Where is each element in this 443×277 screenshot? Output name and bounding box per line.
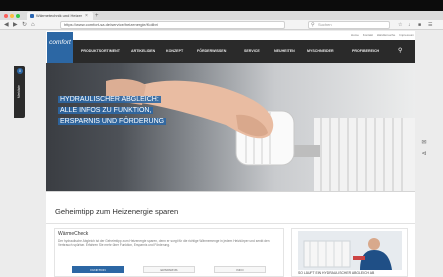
utility-link-dealer[interactable]: Händlersuche bbox=[377, 33, 396, 37]
info-card-title: WärmeCheck bbox=[58, 231, 89, 237]
hero-headline[interactable]: HYDRAULISCHER ABGLEICH: ALLE INFOS ZU FU… bbox=[58, 94, 183, 127]
utility-link-imprint[interactable]: Impressum bbox=[399, 33, 414, 37]
nav-item-neuheiten[interactable]: NEUHEITEN bbox=[274, 40, 295, 63]
mail-icon[interactable]: ✉ bbox=[420, 139, 428, 147]
card-tab-funktion[interactable]: FUNKTION bbox=[72, 266, 124, 273]
hero-headline-line-3: ERSPARNIS UND FÖRDERUNG bbox=[58, 118, 167, 125]
back-arrow-icon[interactable]: ◀ bbox=[4, 20, 9, 30]
hero-headline-line-1: HYDRAULISCHER ABGLEICH: bbox=[58, 96, 161, 103]
site-logo[interactable] bbox=[47, 32, 73, 63]
screen-top-bar bbox=[0, 0, 443, 11]
menu-icon[interactable]: ☰ bbox=[428, 21, 432, 29]
minimize-window-button[interactable] bbox=[10, 14, 14, 18]
site-logo-text: comfort bbox=[49, 39, 71, 46]
nav-item-service[interactable]: SERVICE bbox=[244, 40, 260, 63]
close-window-button[interactable] bbox=[4, 14, 8, 18]
hero-radiator-hand-image bbox=[106, 78, 415, 192]
nav-item-myschneider[interactable]: MYSCHNEIDER bbox=[307, 40, 334, 63]
search-icon: ⚲ bbox=[311, 22, 315, 28]
utility-links: Home Kontakt Händlersuche Impressum bbox=[330, 32, 414, 39]
home-icon[interactable]: ⌂ bbox=[31, 20, 35, 30]
nav-item-produktsortiment[interactable]: PRODUKTSORTIMENT bbox=[81, 40, 120, 63]
extension-icon[interactable]: ■ bbox=[418, 21, 421, 29]
promo-title: SO LÄUFT EIN HYDRAULISCHER ABGLEICH AB bbox=[298, 271, 375, 275]
tab-title: Wärmetechnik und Heizenergie... bbox=[36, 13, 82, 18]
info-card-description: Der hydraulische Abgleich ist der Geheim… bbox=[58, 239, 270, 247]
nav-item-foerderwissen[interactable]: FÖRDERWISSEN bbox=[197, 40, 226, 63]
utility-link-home[interactable]: Home bbox=[351, 33, 359, 37]
reload-icon[interactable]: ↻ bbox=[22, 20, 27, 30]
hero-bottom-border bbox=[46, 191, 415, 192]
url-text: https://www.comfort-sa.de/service/heizen… bbox=[64, 22, 158, 27]
nav-item-konzept[interactable]: KONZEPT bbox=[166, 40, 183, 63]
section-divider bbox=[46, 223, 415, 224]
hero-headline-line-2: ALLE INFOS ZU FUNKTION, bbox=[58, 107, 154, 114]
tab-favicon-icon bbox=[30, 14, 34, 18]
share-icon[interactable]: ⊲ bbox=[420, 150, 428, 158]
watchlist-label: Merkliste bbox=[17, 85, 21, 99]
download-icon[interactable]: ↓ bbox=[408, 21, 411, 29]
watchlist-count-badge: 0 bbox=[17, 68, 23, 74]
zoom-window-button[interactable] bbox=[16, 14, 20, 18]
new-tab-button[interactable]: + bbox=[95, 12, 101, 20]
hero-banner bbox=[46, 63, 415, 192]
nav-item-artikeliden[interactable]: ARTIKELIDEN bbox=[131, 40, 155, 63]
card-tab-ersparnis[interactable]: ERSPARNIS bbox=[143, 266, 195, 273]
nav-item-profibereich[interactable]: PROFIBEREICH bbox=[352, 40, 379, 63]
bookmark-icon[interactable]: ☆ bbox=[398, 21, 402, 29]
nav-search-icon[interactable]: ⚲ bbox=[398, 40, 408, 63]
tab-close-icon[interactable]: × bbox=[85, 12, 91, 20]
utility-link-contact[interactable]: Kontakt bbox=[363, 33, 373, 37]
forward-arrow-icon[interactable]: ▶ bbox=[13, 20, 18, 30]
promo-image[interactable] bbox=[298, 231, 402, 270]
search-placeholder: Suchen bbox=[318, 22, 332, 27]
card-tab-info[interactable]: INFO bbox=[214, 266, 266, 273]
promo-technician-image bbox=[298, 231, 402, 270]
section-title: Geheimtipp zum Heizenergie sparen bbox=[55, 207, 179, 216]
